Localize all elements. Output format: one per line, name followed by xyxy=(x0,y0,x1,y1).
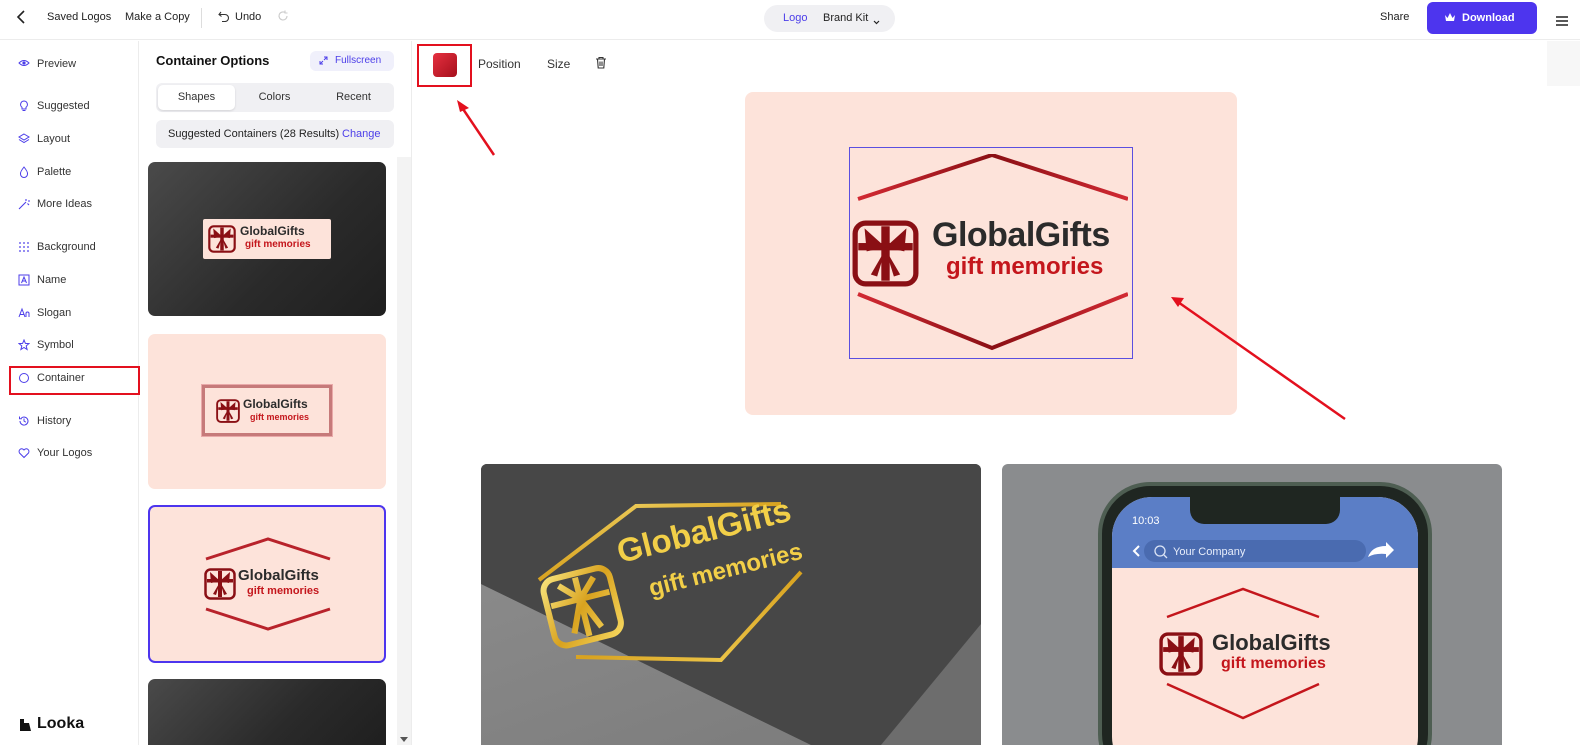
phone-logo-slogan: gift memories xyxy=(1221,655,1326,672)
business-card-mockup[interactable]: GlobalGifts gift memories xyxy=(481,464,981,745)
star-icon xyxy=(18,339,30,351)
lightbulb-icon xyxy=(20,100,28,111)
tab-colors[interactable]: Colors xyxy=(236,85,313,110)
trash-icon[interactable] xyxy=(595,56,607,74)
back-icon[interactable] xyxy=(16,10,26,27)
tab-shapes[interactable]: Shapes xyxy=(158,85,235,110)
phone-logo-name: GlobalGifts xyxy=(1212,630,1331,655)
make-copy-link[interactable]: Make a Copy xyxy=(125,11,190,23)
container-option-card[interactable] xyxy=(148,679,386,745)
expand-icon xyxy=(319,56,328,65)
chevron-down-icon[interactable] xyxy=(873,13,880,31)
gift-icon xyxy=(204,568,236,600)
change-link[interactable]: Change xyxy=(342,128,381,140)
gift-icon xyxy=(1159,632,1203,676)
toolbar-edge xyxy=(1547,41,1580,86)
logo-canvas[interactable]: GlobalGifts gift memories xyxy=(745,92,1237,415)
crown-icon xyxy=(1444,12,1456,25)
tab-recent[interactable]: Recent xyxy=(315,85,392,110)
left-nav: Preview Suggested Layout Palette More Id… xyxy=(0,41,140,745)
phone-frame xyxy=(1098,482,1432,745)
undo-icon[interactable] xyxy=(218,10,230,25)
phone-search-field: Your Company xyxy=(1173,546,1246,558)
history-icon xyxy=(19,416,29,426)
tab-brand-kit[interactable]: Brand Kit xyxy=(823,12,868,24)
top-bar: Saved Logos Make a Copy Undo Logo Brand … xyxy=(0,0,1580,40)
hamburger-menu-icon[interactable] xyxy=(1556,13,1568,31)
logo-preview: GlobalGifts gift memories xyxy=(203,219,331,259)
container-options-panel: Container Options Fullscreen Shapes Colo… xyxy=(139,41,412,745)
font-icon xyxy=(18,307,30,318)
gift-icon xyxy=(216,399,240,423)
tab-logo[interactable]: Logo xyxy=(783,12,807,24)
phone-mockup[interactable]: 10:03 Your Company GlobalGifts gift memo… xyxy=(1002,464,1502,745)
wand-icon xyxy=(18,199,30,210)
container-option-card-selected[interactable]: GlobalGifts gift memories xyxy=(148,505,386,663)
container-color-swatch[interactable] xyxy=(433,53,457,77)
container-selection-box[interactable]: GlobalGifts gift memories xyxy=(849,147,1133,359)
share-button[interactable]: Share xyxy=(1380,11,1409,23)
text-box-icon xyxy=(18,274,30,286)
divider xyxy=(201,8,202,28)
editor-canvas-area: Position Size GlobalGifts gift memories xyxy=(413,41,1580,745)
phone-time: 10:03 xyxy=(1132,515,1160,527)
suggested-containers-bar: Suggested Containers (28 Results) Change xyxy=(156,120,394,148)
eye-icon xyxy=(18,60,30,66)
redo-icon[interactable] xyxy=(277,10,289,25)
looka-logo-icon xyxy=(18,718,32,737)
heart-icon xyxy=(18,448,30,459)
gift-icon xyxy=(208,225,236,253)
grid-icon xyxy=(19,242,29,252)
download-label: Download xyxy=(1462,12,1515,24)
frame-container-preview: GlobalGifts gift memories xyxy=(201,384,333,437)
size-button[interactable]: Size xyxy=(547,57,570,71)
brand-name: Looka xyxy=(37,715,85,732)
saved-logos-link[interactable]: Saved Logos xyxy=(47,11,111,23)
container-option-card[interactable]: GlobalGifts gift memories xyxy=(148,162,386,316)
drop-icon xyxy=(19,166,29,178)
container-option-card[interactable]: GlobalGifts gift memories xyxy=(148,334,386,489)
container-tabs: Shapes Colors Recent xyxy=(156,83,394,112)
logo-name: GlobalGifts xyxy=(932,216,1110,254)
panel-scrollbar[interactable] xyxy=(397,157,411,745)
fullscreen-button[interactable]: Fullscreen xyxy=(310,51,394,71)
layers-icon xyxy=(18,133,30,144)
logo-slogan: gift memories xyxy=(946,253,1104,280)
scroll-down-icon[interactable] xyxy=(400,730,408,748)
logo-brandkit-switch: Logo Brand Kit xyxy=(764,5,895,32)
container-highlight-box xyxy=(9,366,140,395)
panel-title: Container Options xyxy=(156,53,270,68)
suggested-count: Suggested Containers (28 Results) xyxy=(168,128,340,140)
gift-icon xyxy=(852,220,919,287)
undo-button[interactable]: Undo xyxy=(235,11,261,23)
download-button[interactable]: Download xyxy=(1427,2,1537,34)
position-button[interactable]: Position xyxy=(478,57,521,71)
